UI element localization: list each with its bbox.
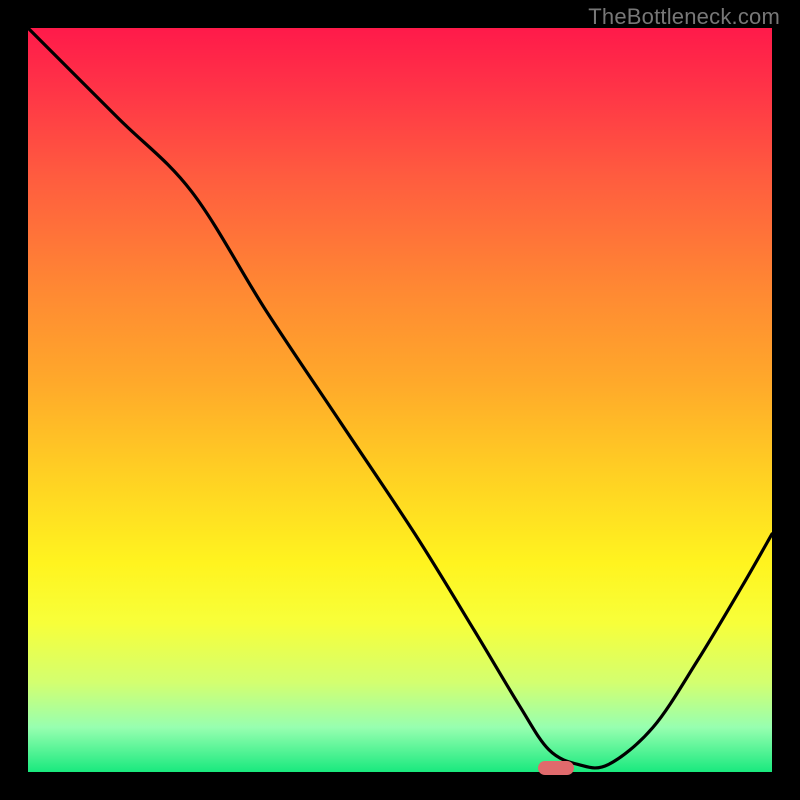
bottleneck-chart [28, 28, 772, 772]
bottleneck-curve-line [28, 28, 772, 768]
optimal-marker [538, 761, 574, 775]
watermark-text: TheBottleneck.com [588, 4, 780, 30]
